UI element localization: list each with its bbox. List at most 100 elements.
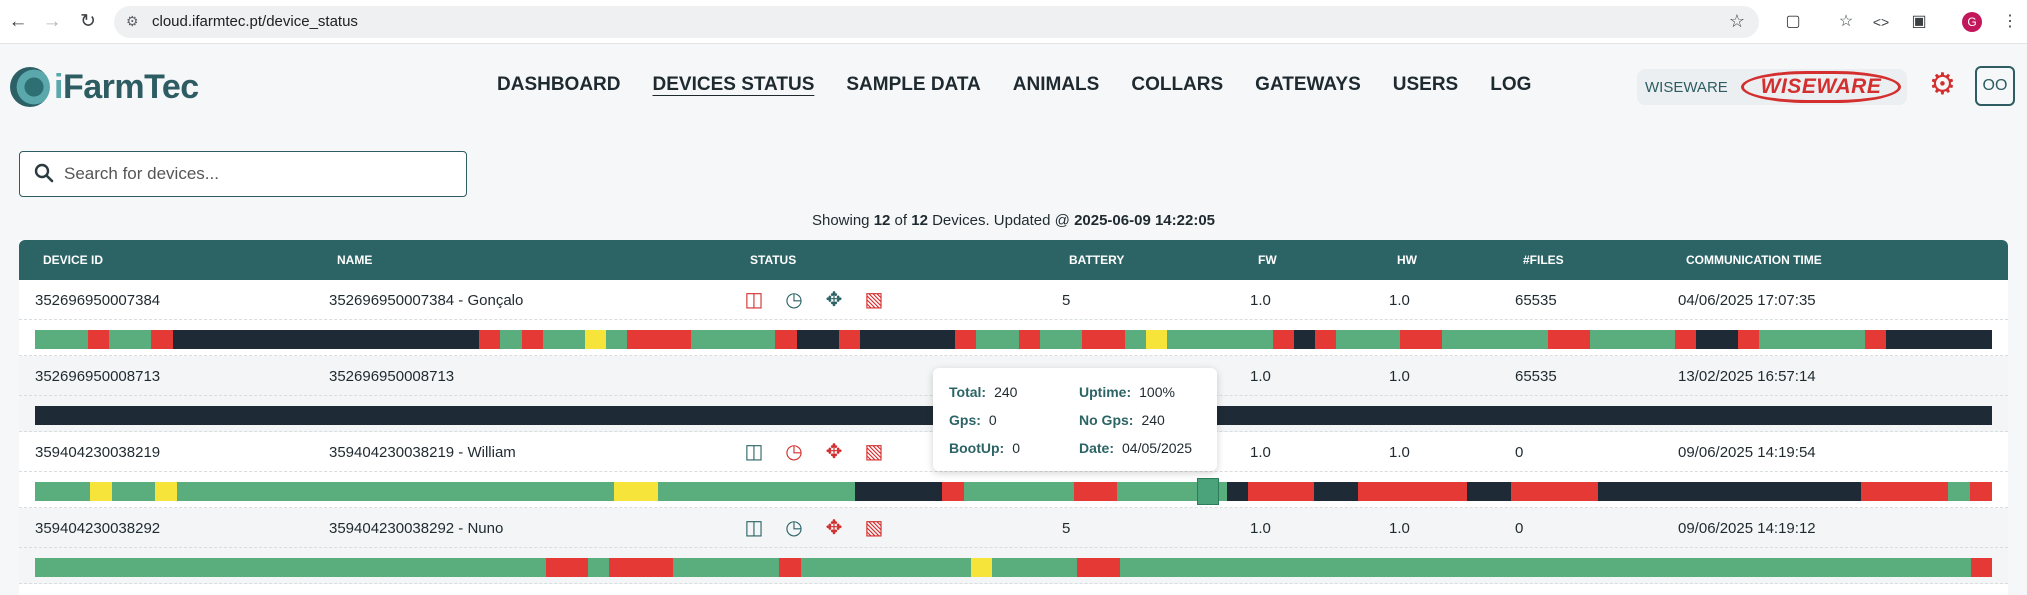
timeline-segment-error[interactable] [1018, 330, 1040, 349]
timeline-segment-ok[interactable] [606, 330, 628, 349]
timeline-segment-offline[interactable] [1293, 330, 1315, 349]
timeline-segment-ok[interactable] [1336, 330, 1400, 349]
col-name[interactable]: NAME [337, 253, 372, 267]
timeline-segment-ok[interactable] [109, 330, 152, 349]
devtools-code-icon[interactable]: <> [1869, 10, 1893, 34]
timeline-segment-error[interactable] [1314, 330, 1337, 349]
profile-avatar[interactable]: G [1962, 12, 1982, 32]
status-timeline-bar[interactable] [35, 482, 1992, 501]
timeline-segment-offline[interactable] [172, 330, 480, 349]
timeline-segment-ok[interactable] [1039, 330, 1083, 349]
settings-gear-icon[interactable]: ⚙ [1929, 70, 1956, 100]
nav-collars[interactable]: COLLARS [1131, 74, 1223, 96]
status-timeline-bar[interactable] [35, 330, 1992, 349]
timeline-segment-ok[interactable] [35, 482, 90, 501]
user-menu-button[interactable]: OO [1975, 66, 2015, 106]
bookmarks-icon[interactable]: ☆ [1834, 10, 1858, 34]
nav-gateways[interactable]: GATEWAYS [1255, 74, 1361, 96]
timeline-segment-warn[interactable] [585, 330, 607, 349]
timeline-segment-ok[interactable] [1948, 482, 1970, 501]
search-input[interactable] [64, 152, 454, 196]
clock-icon[interactable]: ◷ [782, 516, 806, 540]
timeline-segment-warn[interactable] [89, 482, 112, 501]
timeline-segment-error[interactable] [87, 330, 110, 349]
timeline-segment-offline[interactable] [1598, 482, 1861, 501]
timeline-segment-offline[interactable] [854, 482, 943, 501]
gps-off-icon[interactable]: ▧ [862, 516, 886, 540]
timeline-segment-warn[interactable] [614, 482, 659, 501]
timeline-segment-error[interactable] [1860, 482, 1949, 501]
timeline-segment-error[interactable] [609, 558, 674, 577]
timeline-segment-error[interactable] [1248, 482, 1315, 501]
col-status[interactable]: STATUS [750, 253, 796, 267]
timeline-segment-ok[interactable] [690, 330, 776, 349]
back-icon[interactable]: ← [6, 10, 30, 34]
timeline-segment-ok[interactable] [1166, 330, 1273, 349]
timeline-segment-offline[interactable] [796, 330, 839, 349]
extensions-puzzle-icon[interactable]: ▢ [1781, 10, 1805, 34]
timeline-segment-ok[interactable] [1119, 558, 1971, 577]
timeline-segment-error[interactable] [779, 558, 801, 577]
timeline-segment-error[interactable] [1272, 330, 1294, 349]
nav-devices-status[interactable]: DEVICES STATUS [653, 74, 815, 96]
timeline-segment-ok[interactable] [35, 330, 88, 349]
timeline-segment-ok[interactable] [673, 558, 780, 577]
timeline-segment-offline[interactable] [1695, 330, 1739, 349]
timeline-segment-ok[interactable] [1589, 330, 1675, 349]
col-battery[interactable]: BATTERY [1069, 253, 1124, 267]
timeline-segment-error[interactable] [1357, 482, 1468, 501]
table-row[interactable]: 352696950007384 352696950007384 - Gonçal… [19, 280, 2008, 320]
timeline-segment-warn[interactable] [155, 482, 178, 501]
timeline-segment-error[interactable] [521, 330, 543, 349]
gps-off-icon[interactable]: ▧ [862, 440, 886, 464]
timeline-segment-error[interactable] [955, 330, 977, 349]
move-arrows-icon[interactable]: ✥ [822, 440, 846, 464]
timeline-segment-ok[interactable] [1124, 330, 1146, 349]
timeline-segment-warn[interactable] [970, 558, 993, 577]
move-arrows-icon[interactable]: ✥ [822, 516, 846, 540]
timeline-segment-error[interactable] [1547, 330, 1590, 349]
timeline-segment-error[interactable] [942, 482, 965, 501]
timeline-segment-error[interactable] [1510, 482, 1599, 501]
col-communication-time[interactable]: COMMUNICATION TIME [1686, 253, 1822, 267]
timeline-segment-ok[interactable] [35, 558, 546, 577]
url-text[interactable]: cloud.ifarmtec.pt/device_status [152, 13, 358, 30]
nav-sample-data[interactable]: SAMPLE DATA [846, 74, 980, 96]
col-device-id[interactable]: DEVICE ID [43, 253, 103, 267]
bookmark-star-icon[interactable]: ☆ [1729, 11, 1745, 32]
table-row[interactable]: 359404230038292 359404230038292 - Nuno ◫… [19, 508, 2008, 548]
nav-dashboard[interactable]: DASHBOARD [497, 74, 621, 96]
clock-icon[interactable]: ◷ [782, 440, 806, 464]
timeline-segment-offline[interactable] [1886, 330, 1992, 349]
timeline-segment-error[interactable] [838, 330, 861, 349]
col-hw[interactable]: HW [1397, 253, 1417, 267]
ifarmtec-logo[interactable]: iFarmTec [10, 65, 199, 109]
gps-off-icon[interactable]: ▧ [862, 288, 886, 312]
nav-animals[interactable]: ANIMALS [1013, 74, 1100, 96]
timeline-segment-offline[interactable] [1226, 482, 1249, 501]
timeline-segment-ok[interactable] [588, 558, 610, 577]
timeline-segment-offline[interactable] [860, 330, 956, 349]
timeline-segment-error[interactable] [1077, 558, 1120, 577]
sd-card-icon[interactable]: ◫ [742, 440, 766, 464]
clock-icon[interactable]: ◷ [782, 288, 806, 312]
timeline-segment-ok[interactable] [658, 482, 855, 501]
timeline-segment-ok[interactable] [992, 558, 1078, 577]
move-arrows-icon[interactable]: ✥ [822, 288, 846, 312]
timeline-segment-warn[interactable] [1145, 330, 1167, 349]
reload-icon[interactable]: ↻ [76, 10, 100, 34]
timeline-segment-ok[interactable] [1759, 330, 1866, 349]
timeline-segment-error[interactable] [1970, 558, 1992, 577]
timeline-segment-error[interactable] [151, 330, 173, 349]
col-fw[interactable]: FW [1258, 253, 1277, 267]
timeline-segment-error[interactable] [1082, 330, 1125, 349]
timeline-segment-error[interactable] [1865, 330, 1887, 349]
organization-selector[interactable]: WISEWARE WISEWARE [1637, 69, 1907, 105]
timeline-segment-error[interactable] [775, 330, 797, 349]
timeline-segment-error[interactable] [479, 330, 501, 349]
sd-card-icon[interactable]: ◫ [742, 288, 766, 312]
forward-icon[interactable]: → [40, 10, 64, 34]
timeline-segment-ok[interactable] [976, 330, 1019, 349]
col-files[interactable]: #FILES [1523, 253, 1564, 267]
timeline-segment-error[interactable] [1969, 482, 1992, 501]
